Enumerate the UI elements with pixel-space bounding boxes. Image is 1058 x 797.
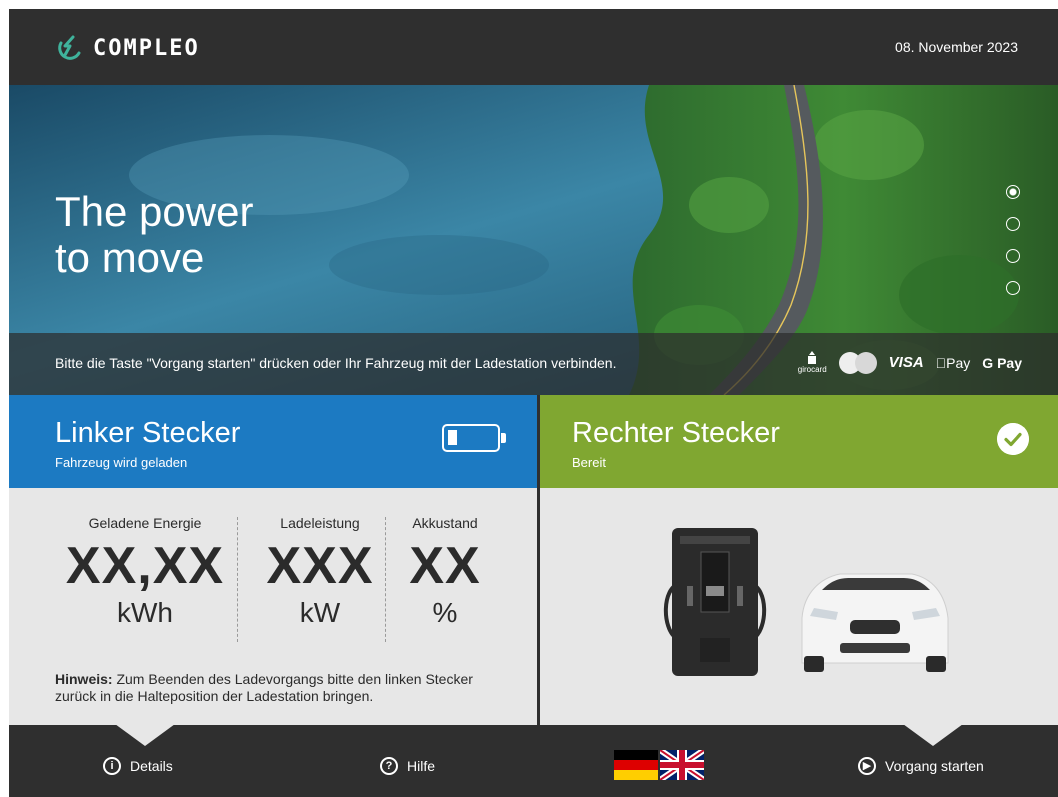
right-connector-status: Bereit <box>572 455 606 470</box>
charger-and-car-illustration <box>663 528 949 676</box>
details-label: Details <box>130 758 173 774</box>
right-connector-header: Rechter Stecker Bereit <box>540 395 1058 488</box>
info-icon: i <box>103 757 121 775</box>
hero-title-line2: to move <box>55 234 205 281</box>
footer-bar: i Details ? Hilfe ▶ Vorgang starten <box>9 724 1058 797</box>
car-icon <box>801 573 949 672</box>
charging-metrics: Geladene Energie XX,XX kWh Ladeleistung … <box>55 515 495 642</box>
metric-energy: Geladene Energie XX,XX kWh <box>55 515 235 629</box>
visa-logo: VISA <box>888 354 924 371</box>
metric-power-unit: kW <box>299 597 341 628</box>
metric-battery-label: Akkustand <box>412 515 478 531</box>
metric-divider <box>237 517 238 642</box>
hint-body: Zum Beenden des Ladevorgangs bitte den l… <box>55 671 473 704</box>
metric-energy-value: XX,XX <box>65 537 225 595</box>
hero-banner: The power to move Bitte die Taste "Vorga… <box>9 85 1058 395</box>
details-button[interactable]: i Details <box>103 757 173 775</box>
right-connector-title: Rechter Stecker <box>572 417 780 449</box>
check-icon <box>997 423 1029 455</box>
apple-pay-logo: Pay <box>936 355 971 371</box>
girocard-label: girocard <box>797 365 827 374</box>
metric-energy-label: Geladene Energie <box>88 515 202 531</box>
hint-prefix: Hinweis: <box>55 671 113 687</box>
help-button[interactable]: ? Hilfe <box>380 757 435 775</box>
metric-battery: Akkustand XX % <box>395 515 495 629</box>
notice-bar: Bitte die Taste "Vorgang starten" drücke… <box>9 333 1058 395</box>
hint-text: Hinweis: Zum Beenden des Ladevorgangs bi… <box>55 671 515 705</box>
slide-dot-2[interactable] <box>1006 217 1020 231</box>
metric-battery-value: XX <box>409 537 481 595</box>
help-label: Hilfe <box>407 758 436 774</box>
hero-title-line1: The power <box>55 188 254 235</box>
start-instruction: Bitte die Taste "Vorgang starten" drücke… <box>55 355 617 371</box>
start-pointer <box>903 724 963 746</box>
language-switcher <box>614 750 704 780</box>
apple-pay-label: Pay <box>946 354 971 371</box>
german-flag-icon[interactable] <box>614 750 658 780</box>
compleo-logo-icon <box>58 35 81 60</box>
left-connector-header: Linker Stecker Fahrzeug wird geladen <box>9 395 537 488</box>
metric-divider <box>385 517 386 642</box>
charging-station-icon <box>663 528 767 676</box>
kiosk-screen: COMPLEO 08. November 2023 The power to m… <box>9 9 1058 797</box>
slide-indicator <box>1006 185 1020 295</box>
metric-power-value: XXX <box>266 537 374 595</box>
brand-name: COMPLEO <box>93 35 200 61</box>
start-process-label: Vorgang starten <box>885 758 984 774</box>
metric-power: Ladeleistung XXX kW <box>245 515 395 629</box>
mastercard-logo <box>838 351 877 374</box>
left-connector-status: Fahrzeug wird geladen <box>55 455 188 470</box>
play-icon: ▶ <box>858 757 876 775</box>
slide-dot-3[interactable] <box>1006 249 1020 263</box>
battery-charging-icon <box>442 424 506 452</box>
metric-power-label: Ladeleistung <box>280 515 360 531</box>
details-pointer <box>115 724 175 746</box>
payment-methods: girocard VISA Pay G Pay <box>798 351 1022 374</box>
current-date: 08. November 2023 <box>895 39 1018 55</box>
hero-title: The power to move <box>55 189 375 281</box>
right-connector-panel[interactable]: Rechter Stecker Bereit <box>540 395 1058 725</box>
slide-dot-1[interactable] <box>1006 185 1020 199</box>
slide-dot-4[interactable] <box>1006 281 1020 295</box>
girocard-icon <box>808 351 817 364</box>
brand-logo: COMPLEO <box>55 33 200 63</box>
metric-energy-unit: kWh <box>117 597 173 628</box>
google-pay-logo: G Pay <box>982 354 1022 371</box>
start-process-button[interactable]: ▶ Vorgang starten <box>858 757 984 775</box>
left-connector-panel[interactable]: Linker Stecker Fahrzeug wird geladen Gel… <box>9 395 537 725</box>
question-icon: ? <box>380 757 398 775</box>
metric-battery-unit: % <box>432 597 458 628</box>
left-connector-title: Linker Stecker <box>55 417 241 449</box>
uk-flag-icon[interactable] <box>660 750 704 780</box>
girocard-logo: girocard <box>798 351 827 374</box>
header: COMPLEO 08. November 2023 <box>9 9 1058 85</box>
